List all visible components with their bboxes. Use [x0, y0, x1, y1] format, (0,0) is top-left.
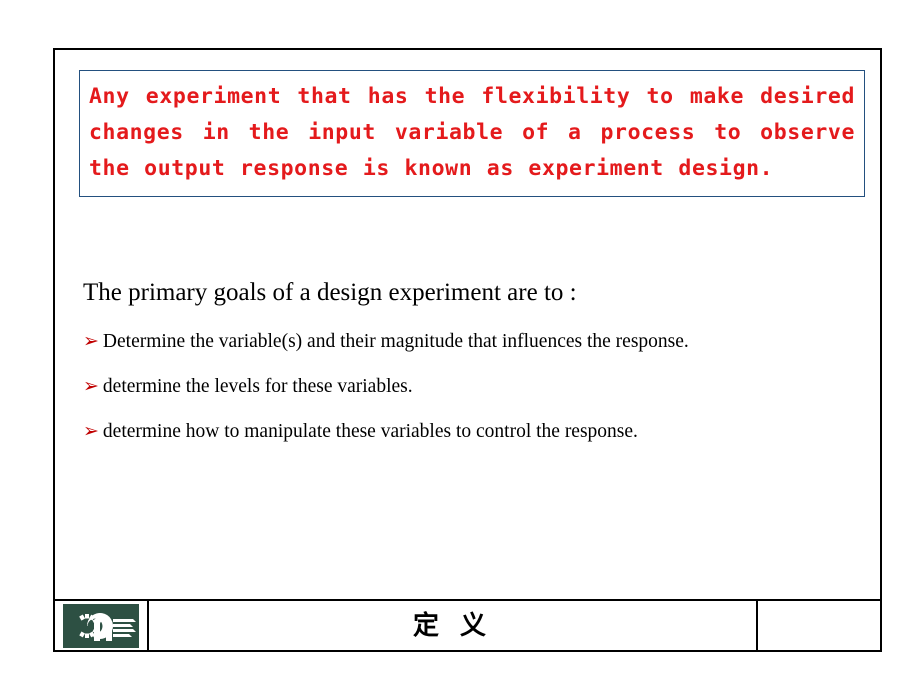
footer-title: 定 义	[412, 610, 493, 641]
definition-callout-box: Any experiment that has the flexibility …	[79, 70, 865, 197]
list-item: ➢ determine how to manipulate these varia…	[83, 416, 865, 447]
arrowhead-bullet-icon: ➢	[83, 375, 99, 397]
footer-logo-cell	[55, 601, 149, 650]
slide-frame: Any experiment that has the flexibility …	[53, 48, 882, 652]
arrowhead-bullet-icon: ➢	[83, 420, 99, 442]
goals-heading: The primary goals of a design experiment…	[83, 279, 577, 306]
list-item-text: determine how to manipulate these variab…	[102, 421, 638, 442]
arrowhead-bullet-icon: ➢	[83, 330, 99, 352]
footer-bar: 定 义	[55, 599, 880, 650]
body-content: The primary goals of a design experiment…	[83, 278, 865, 461]
list-item-text: determine the levels for these variables…	[102, 376, 413, 397]
list-item-text: Determine the variable(s) and their magn…	[102, 331, 689, 352]
footer-title-cell: 定 义	[149, 601, 758, 650]
list-item: ➢ Determine the variable(s) and their mag…	[83, 326, 865, 357]
definition-callout-text: Any experiment that has the flexibility …	[89, 84, 855, 181]
list-item: ➢ determine the levels for these variable…	[83, 371, 865, 402]
footer-right-cell	[758, 601, 880, 650]
university-emblem-icon	[63, 603, 139, 648]
